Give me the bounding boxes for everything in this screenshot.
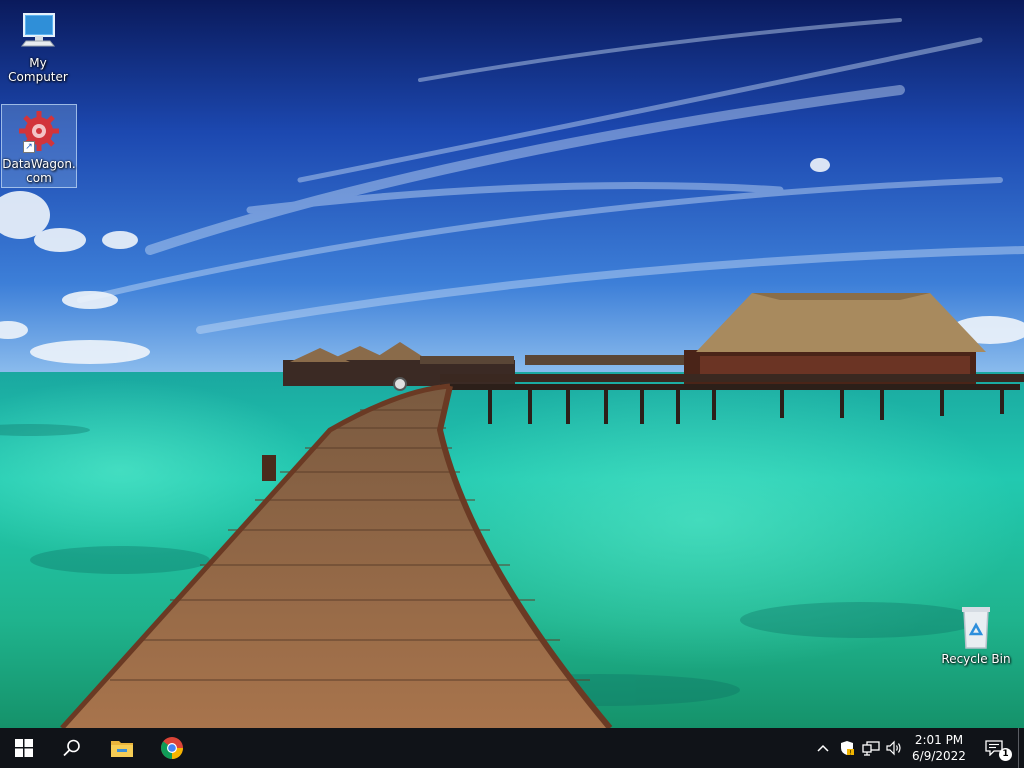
tray-network[interactable] xyxy=(860,728,882,768)
taskbar: ! 2:01 PM 6/9/2022 1 xyxy=(0,728,1024,768)
desktop-icon-label: Recycle Bin xyxy=(941,652,1011,666)
search-icon xyxy=(63,739,80,757)
desktop-icon-recycle-bin[interactable]: Recycle Bin xyxy=(938,600,1014,670)
shortcut-arrow-icon: ↗ xyxy=(23,141,35,153)
network-icon xyxy=(862,741,880,756)
action-center-button[interactable]: 1 xyxy=(970,728,1018,768)
volume-icon xyxy=(886,740,901,756)
taskbar-chrome[interactable] xyxy=(148,728,196,768)
chevron-up-icon xyxy=(817,744,829,752)
clock-date: 6/9/2022 xyxy=(912,749,966,763)
computer-monitor-icon xyxy=(14,8,62,54)
show-hidden-icons-button[interactable] xyxy=(812,728,834,768)
start-button[interactable] xyxy=(0,728,48,768)
file-explorer-icon xyxy=(111,741,133,757)
desktop-wallpaper xyxy=(0,0,1024,728)
windows-start-icon xyxy=(15,739,33,757)
recycle-bin-icon xyxy=(952,604,1000,650)
notification-count-badge: 1 xyxy=(999,748,1012,761)
datawagon-gear-icon: ↗ xyxy=(15,109,63,155)
tray-volume[interactable] xyxy=(884,728,906,768)
tray-security[interactable]: ! xyxy=(836,728,858,768)
show-desktop-button[interactable] xyxy=(1018,728,1024,768)
svg-text:!: ! xyxy=(849,750,851,757)
desktop-icon-label: My Computer xyxy=(8,56,68,84)
security-shield-icon: ! xyxy=(841,741,854,757)
desktop-icon-my-computer[interactable]: My Computer xyxy=(0,4,76,84)
chrome-icon xyxy=(161,737,183,759)
desktop-icon-datawagon[interactable]: ↗ DataWagon.com xyxy=(1,104,77,188)
search-button[interactable] xyxy=(48,728,96,768)
clock-time: 2:01 PM xyxy=(914,733,964,747)
taskbar-clock[interactable]: 2:01 PM 6/9/2022 xyxy=(904,728,974,768)
taskbar-file-explorer[interactable] xyxy=(98,728,146,768)
desktop-icon-label: DataWagon.com xyxy=(2,157,76,185)
